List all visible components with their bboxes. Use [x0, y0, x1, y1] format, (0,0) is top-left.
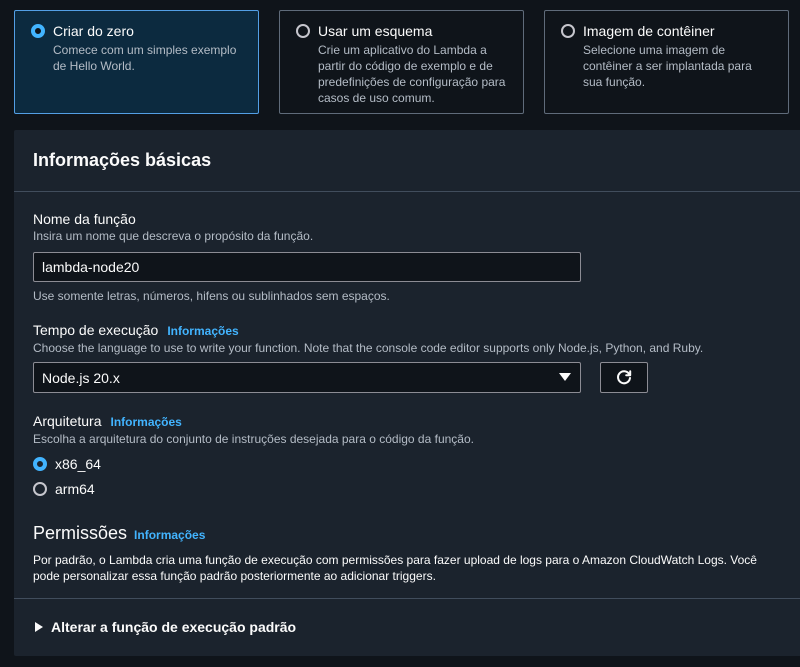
- runtime-select[interactable]: Node.js 20.x: [33, 362, 581, 393]
- option-description: Crie um aplicativo do Lambda a partir do…: [318, 43, 506, 105]
- runtime-select-row: Node.js 20.x: [33, 362, 781, 393]
- option-title: Imagem de contêiner: [583, 23, 715, 39]
- runtime-description: Choose the language to use to write your…: [33, 341, 704, 355]
- page: Criar do zero Comece com um simples exem…: [0, 0, 800, 667]
- radio-unselected-icon[interactable]: [296, 24, 310, 38]
- function-name-input[interactable]: [33, 252, 581, 282]
- panel-body: Nome da função Insira um nome que descre…: [14, 192, 800, 584]
- permissions-text: Por padrão, o Lambda cria uma função de …: [33, 553, 757, 583]
- caret-right-icon: [35, 622, 43, 632]
- architecture-info-link[interactable]: Informações: [110, 415, 181, 429]
- architecture-label-row: Arquitetura Informações: [33, 412, 781, 431]
- architecture-label: Arquitetura: [33, 413, 102, 429]
- panel-title: Informações básicas: [33, 150, 212, 170]
- architecture-option-x86[interactable]: x86_64: [33, 455, 781, 473]
- panel-header: Informações básicas: [14, 130, 800, 192]
- permissions-title: Permissões: [33, 523, 128, 543]
- permissions-heading-row: Permissões Informações: [33, 523, 781, 544]
- radio-selected-icon[interactable]: [33, 457, 47, 471]
- architecture-description: Escolha a arquitetura do conjunto de ins…: [33, 432, 474, 446]
- bottom-divider: [0, 660, 800, 667]
- option-description: Selecione uma imagem de contêiner a ser …: [583, 43, 752, 89]
- function-name-constraint: Use somente letras, números, hifens ou s…: [33, 289, 390, 303]
- basic-info-panel: Informações básicas Nome da função Insir…: [14, 130, 800, 656]
- option-use-blueprint[interactable]: Usar um esquema Crie um aplicativo do La…: [279, 10, 524, 114]
- function-name-description: Insira um nome que descreva o propósito …: [33, 229, 314, 243]
- radio-unselected-icon[interactable]: [561, 24, 575, 38]
- architecture-option-arm64[interactable]: arm64: [33, 480, 781, 498]
- runtime-label-row: Tempo de execução Informações: [33, 321, 781, 340]
- option-description: Comece com um simples exemplo de Hello W…: [53, 43, 237, 73]
- permissions-info-link[interactable]: Informações: [134, 528, 205, 542]
- option-author-from-scratch[interactable]: Criar do zero Comece com um simples exem…: [14, 10, 259, 114]
- runtime-label: Tempo de execução: [33, 322, 159, 338]
- architecture-option-label: arm64: [55, 481, 95, 497]
- radio-selected-icon[interactable]: [31, 24, 45, 38]
- option-title: Criar do zero: [53, 23, 134, 39]
- option-title: Usar um esquema: [318, 23, 433, 39]
- caret-down-icon: [559, 373, 571, 381]
- refresh-runtimes-button[interactable]: [600, 362, 648, 393]
- radio-unselected-icon[interactable]: [33, 482, 47, 496]
- expander-label: Alterar a função de execução padrão: [51, 619, 297, 635]
- refresh-icon: [617, 369, 632, 384]
- function-name-label: Nome da função: [33, 211, 136, 227]
- runtime-info-link[interactable]: Informações: [167, 324, 238, 338]
- option-container-image[interactable]: Imagem de contêiner Selecione uma imagem…: [544, 10, 789, 114]
- change-default-execution-role-expander[interactable]: Alterar a função de execução padrão: [14, 598, 800, 656]
- architecture-option-label: x86_64: [55, 456, 101, 472]
- runtime-selected-value: Node.js 20.x: [42, 369, 120, 386]
